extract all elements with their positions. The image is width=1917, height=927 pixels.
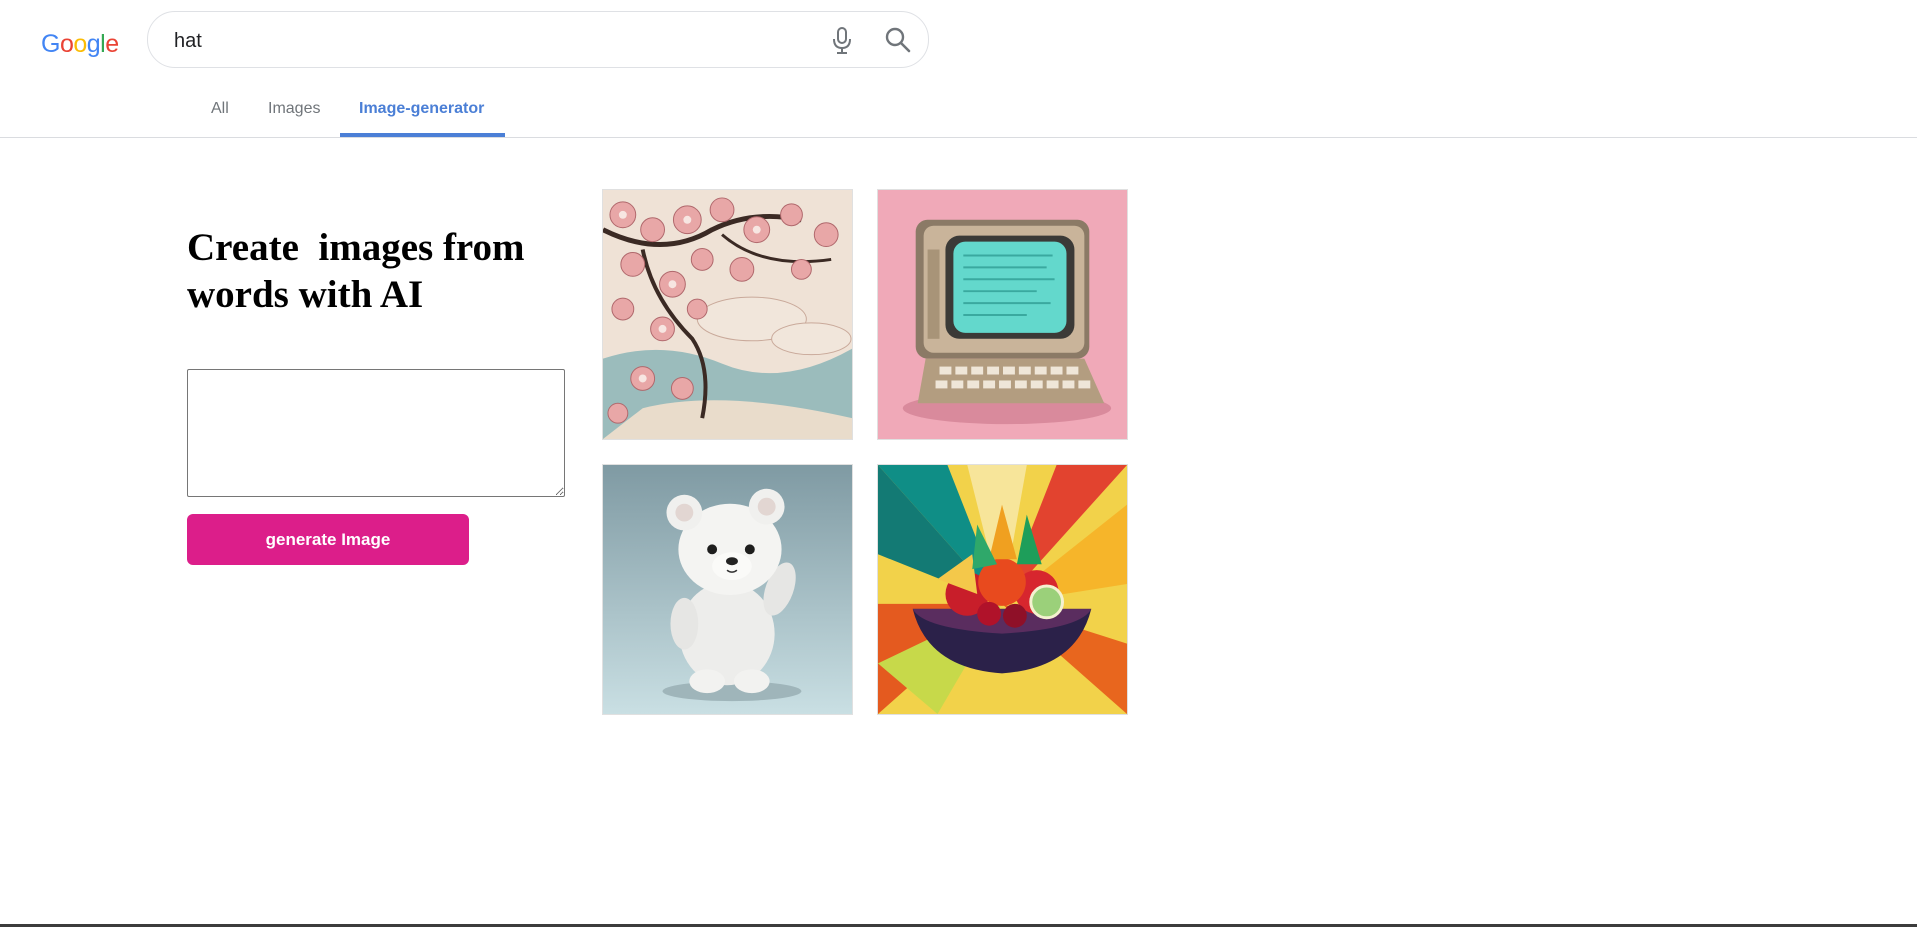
cherry-blossom-artwork: [603, 190, 852, 439]
page-title: Create images from words with AI: [187, 226, 535, 316]
white-teddy-bear-artwork: [603, 465, 852, 714]
search-bar: [147, 11, 929, 68]
retro-computer-artwork: [878, 190, 1127, 439]
prompt-textarea[interactable]: [187, 369, 565, 497]
logo-letter: o: [73, 30, 87, 58]
page: Google All Images Image-generator Create…: [0, 0, 1917, 927]
tab-image-generator[interactable]: Image-generator: [359, 100, 484, 118]
tab-all[interactable]: All: [211, 100, 229, 118]
active-tab-indicator: [340, 133, 505, 137]
google-logo[interactable]: Google: [41, 30, 119, 59]
search-icon: [885, 27, 911, 53]
logo-letter: G: [41, 30, 60, 58]
gallery-image-cherry-blossom[interactable]: [602, 189, 853, 440]
gallery-image-fruit-bowl[interactable]: [877, 464, 1128, 715]
fruit-bowl-artwork: [878, 465, 1127, 714]
logo-letter: g: [86, 30, 101, 58]
tab-images[interactable]: Images: [268, 100, 320, 118]
logo-letter: o: [59, 30, 74, 58]
generate-image-button[interactable]: generate Image: [187, 514, 469, 565]
gallery-image-teddy-bear[interactable]: [602, 464, 853, 715]
logo-letter: e: [105, 30, 119, 58]
microphone-icon: [833, 27, 851, 54]
search-button[interactable]: [882, 24, 914, 56]
search-input[interactable]: [172, 22, 796, 60]
voice-search-button[interactable]: [826, 24, 858, 56]
gallery-image-retro-computer[interactable]: [877, 189, 1128, 440]
search-tabs: All Images Image-generator: [0, 82, 1917, 138]
